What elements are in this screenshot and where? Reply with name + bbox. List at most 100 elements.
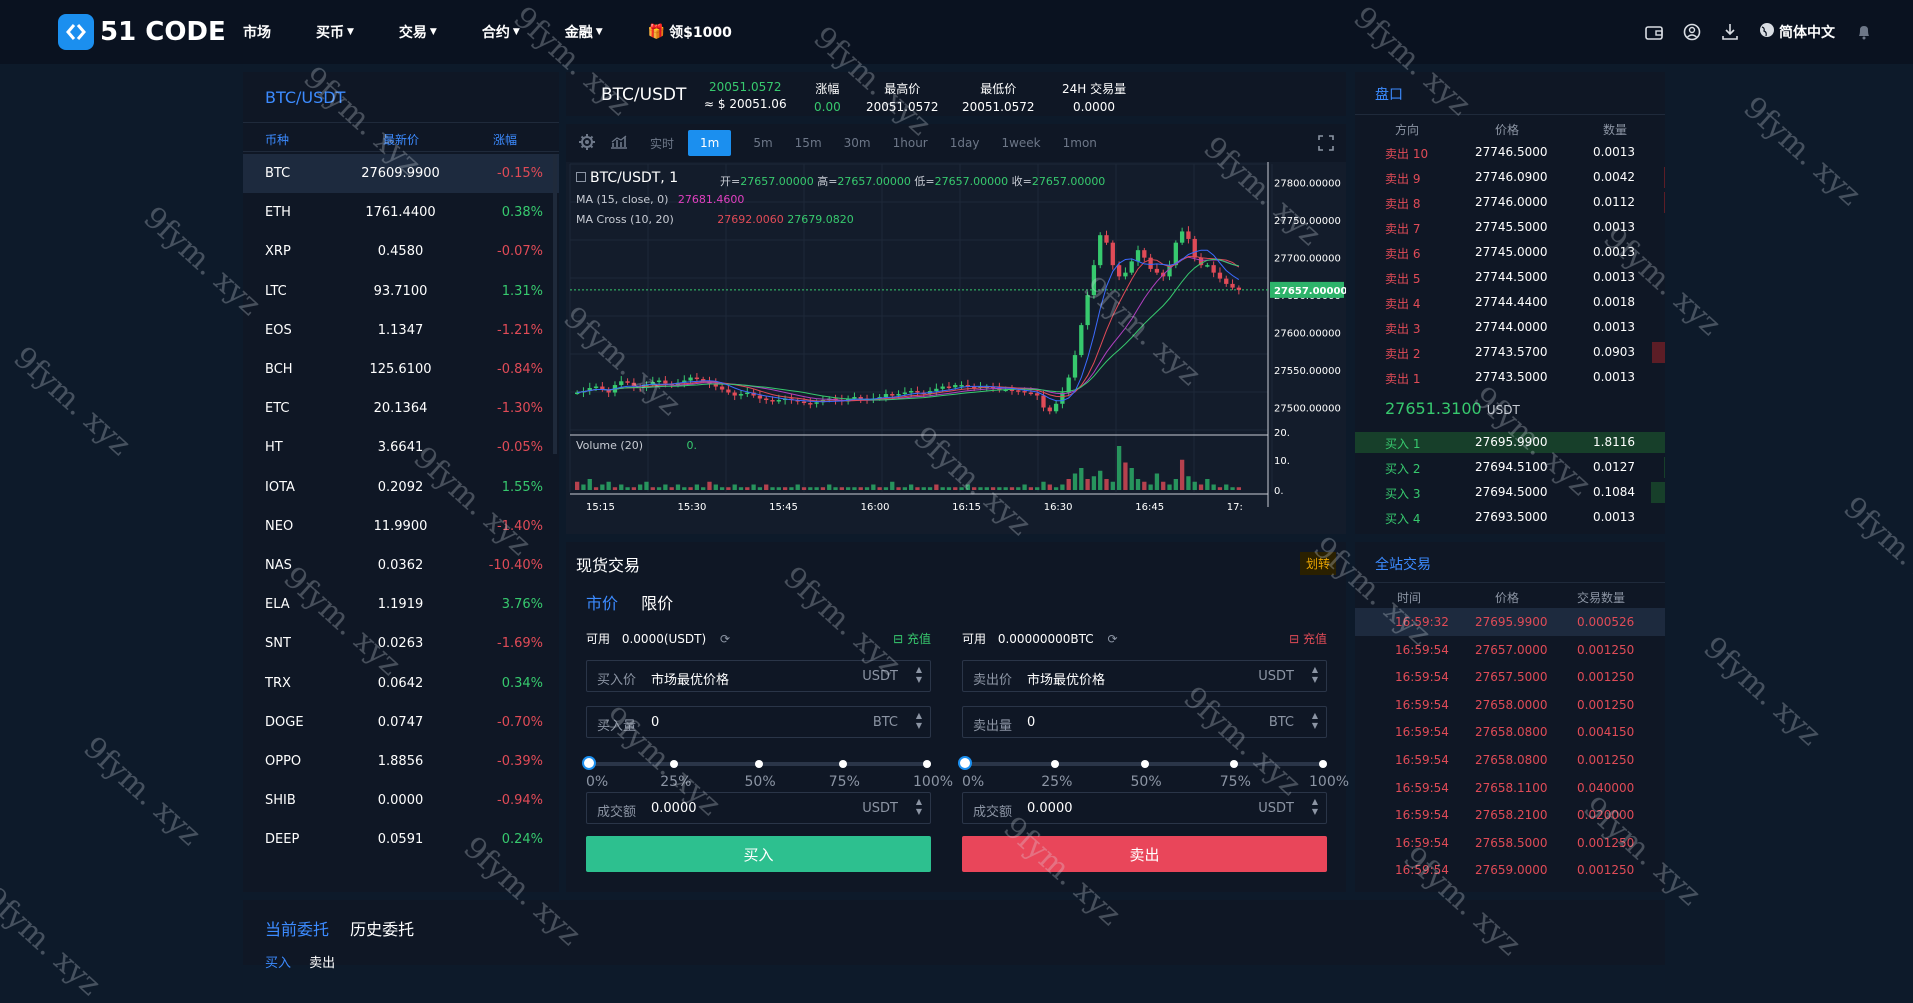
stepper-icon[interactable]: ▲ ▼ — [916, 711, 922, 731]
market-row[interactable]: HT 3.6641 -0.05% — [243, 428, 559, 467]
bid-row[interactable]: 买入 4 27693.5000 0.0013 — [1355, 505, 1665, 530]
sell-percent-slider[interactable]: 0% 25% 50% 75% 100% — [958, 756, 1349, 796]
buy-button[interactable]: 买入 — [586, 836, 931, 872]
market-row[interactable]: XRP 0.4580 -0.07% — [243, 232, 559, 271]
market-row[interactable]: NAS 0.0362 -10.40% — [243, 546, 559, 585]
tab-order-history[interactable]: 历史委托 — [350, 920, 414, 939]
collapse-icon[interactable] — [576, 172, 586, 182]
stepper-icon[interactable]: ▲ ▼ — [1312, 665, 1318, 685]
market-row[interactable]: BCH 125.6100 -0.84% — [243, 350, 559, 389]
settings-gear-icon[interactable] — [578, 133, 596, 154]
market-row[interactable]: TRX 0.0642 0.34% — [243, 664, 559, 703]
trade-row[interactable]: 16:59:54 27657.5000 0.001250 — [1355, 663, 1665, 691]
ask-row[interactable]: 卖出 4 27744.4400 0.0018 — [1355, 290, 1665, 315]
download-icon[interactable] — [1721, 23, 1739, 41]
transfer-button[interactable]: 划转 — [1299, 552, 1336, 575]
fullscreen-icon[interactable] — [1318, 135, 1334, 154]
market-row[interactable]: OPPO 1.8856 -0.39% — [243, 742, 559, 781]
nav-item-3[interactable]: 合约 ▼ — [482, 22, 520, 42]
trade-row[interactable]: 16:59:54 27658.2100 0.020000 — [1355, 801, 1665, 829]
trade-row[interactable]: 16:59:54 27657.0000 0.001250 — [1355, 636, 1665, 664]
market-row[interactable]: BTC 27609.9900 -0.15% — [243, 154, 559, 193]
refresh-icon[interactable]: ⟳ — [1107, 632, 1117, 646]
language-selector[interactable]: 简体中文 — [1759, 22, 1835, 42]
ask-row[interactable]: 卖出 3 27744.0000 0.0013 — [1355, 315, 1665, 340]
market-row[interactable]: DEEP 0.0591 0.24% — [243, 820, 559, 859]
trade-row[interactable]: 16:59:54 27658.0000 0.001250 — [1355, 691, 1665, 719]
sell-recharge-link[interactable]: ⊟ 充值 — [1289, 630, 1327, 647]
timeframe-1day[interactable]: 1day — [950, 136, 980, 150]
nav-item-1[interactable]: 买币 ▼ — [316, 22, 354, 42]
nav-item-0[interactable]: 市场 — [243, 22, 271, 42]
promo-link[interactable]: 🎁 领$1000 — [648, 22, 732, 42]
ask-row[interactable]: 卖出 6 27745.0000 0.0013 — [1355, 240, 1665, 265]
slider-stop[interactable] — [1319, 760, 1327, 768]
tab-spot-trade[interactable]: 现货交易 — [576, 552, 640, 582]
bid-row[interactable]: 买入 2 27694.5100 0.0127 — [1355, 455, 1665, 480]
ask-row[interactable]: 卖出 7 27745.5000 0.0013 — [1355, 215, 1665, 240]
tab-current-orders[interactable]: 当前委托 — [265, 920, 329, 939]
indicator-chart-icon[interactable] — [610, 135, 628, 152]
slider-stop[interactable] — [670, 760, 679, 768]
timeframe-5m[interactable]: 5m — [753, 136, 772, 150]
slider-stop[interactable] — [1140, 760, 1149, 768]
slider-stop[interactable] — [1051, 760, 1060, 768]
market-row[interactable]: ELA 1.1919 3.76% — [243, 585, 559, 624]
slider-knob[interactable] — [958, 756, 972, 770]
timeframe-1m[interactable]: 1m — [688, 130, 732, 156]
ask-row[interactable]: 卖出 1 27743.5000 0.0013 — [1355, 365, 1665, 390]
stepper-icon[interactable]: ▲ ▼ — [1312, 797, 1318, 817]
stepper-icon[interactable]: ▲ ▼ — [916, 797, 922, 817]
market-scrollbar[interactable] — [553, 154, 557, 454]
timeframe-实时[interactable]: 实时 — [650, 135, 674, 152]
subtab-sell[interactable]: 卖出 — [309, 956, 335, 971]
market-row[interactable]: ETH 1761.4400 0.38% — [243, 193, 559, 232]
trade-row[interactable]: 16:59:54 27658.0800 0.004150 — [1355, 718, 1665, 746]
buy-qty-field[interactable]: 买入量 0 BTC ▲ ▼ — [586, 706, 931, 738]
slider-knob[interactable] — [582, 756, 596, 770]
market-row[interactable]: NEO 11.9900 -1.40% — [243, 507, 559, 546]
ask-row[interactable]: 卖出 8 27746.0000 0.0112 — [1355, 190, 1665, 215]
sell-price-field[interactable]: 卖出价 市场最优价格 USDT ▲ ▼ — [962, 660, 1327, 692]
wallet-icon[interactable] — [1645, 23, 1663, 41]
user-icon[interactable] — [1683, 23, 1701, 41]
slider-stop[interactable] — [1229, 760, 1238, 768]
slider-stop[interactable] — [838, 760, 847, 768]
timeframe-30m[interactable]: 30m — [844, 136, 871, 150]
tab-market-order[interactable]: 市价 — [586, 594, 618, 613]
bell-icon[interactable] — [1855, 23, 1873, 41]
trade-row[interactable]: 16:59:54 27658.0800 0.001250 — [1355, 746, 1665, 774]
timeframe-1hour[interactable]: 1hour — [893, 136, 928, 150]
sell-amount-field[interactable]: 成交额 0.0000 USDT ▲ ▼ — [962, 792, 1327, 824]
market-row[interactable]: IOTA 0.2092 1.55% — [243, 468, 559, 507]
buy-percent-slider[interactable]: 0% 25% 50% 75% 100% — [582, 756, 953, 796]
ask-row[interactable]: 卖出 9 27746.0900 0.0042 — [1355, 165, 1665, 190]
timeframe-15m[interactable]: 15m — [795, 136, 822, 150]
timeframe-1week[interactable]: 1week — [1001, 136, 1040, 150]
buy-amount-field[interactable]: 成交额 0.0000 USDT ▲ ▼ — [586, 792, 931, 824]
nav-item-2[interactable]: 交易 ▼ — [399, 22, 437, 42]
buy-price-field[interactable]: 买入价 市场最优价格 USDT ▲ ▼ — [586, 660, 931, 692]
refresh-icon[interactable]: ⟳ — [720, 632, 730, 646]
market-row[interactable]: LTC 93.7100 1.31% — [243, 272, 559, 311]
tab-limit-order[interactable]: 限价 — [641, 594, 673, 613]
buy-recharge-link[interactable]: ⊟ 充值 — [893, 630, 931, 647]
nav-item-4[interactable]: 金融 ▼ — [565, 22, 603, 42]
trade-row[interactable]: 16:59:32 27695.9900 0.000526 — [1355, 608, 1665, 636]
ask-row[interactable]: 卖出 5 27744.5000 0.0013 — [1355, 265, 1665, 290]
trade-row[interactable]: 16:59:54 27658.5000 0.001250 — [1355, 829, 1665, 857]
ask-row[interactable]: 卖出 10 27746.5000 0.0013 — [1355, 140, 1665, 165]
stepper-icon[interactable]: ▲ ▼ — [916, 665, 922, 685]
subtab-buy[interactable]: 买入 — [265, 956, 291, 971]
market-row[interactable]: EOS 1.1347 -1.21% — [243, 311, 559, 350]
market-row[interactable]: DOGE 0.0747 -0.70% — [243, 703, 559, 742]
bid-row[interactable]: 买入 1 27695.9900 1.8116 — [1355, 430, 1665, 455]
slider-stop[interactable] — [754, 760, 763, 768]
stepper-icon[interactable]: ▲ ▼ — [1312, 711, 1318, 731]
logo[interactable]: 51 CODE — [58, 14, 226, 50]
market-row[interactable]: ETC 20.1364 -1.30% — [243, 389, 559, 428]
bid-row[interactable]: 买入 3 27694.5000 0.1084 — [1355, 480, 1665, 505]
ask-row[interactable]: 卖出 2 27743.5700 0.0903 — [1355, 340, 1665, 365]
timeframe-1mon[interactable]: 1mon — [1063, 136, 1097, 150]
market-row[interactable]: SHIB 0.0000 -0.94% — [243, 781, 559, 820]
